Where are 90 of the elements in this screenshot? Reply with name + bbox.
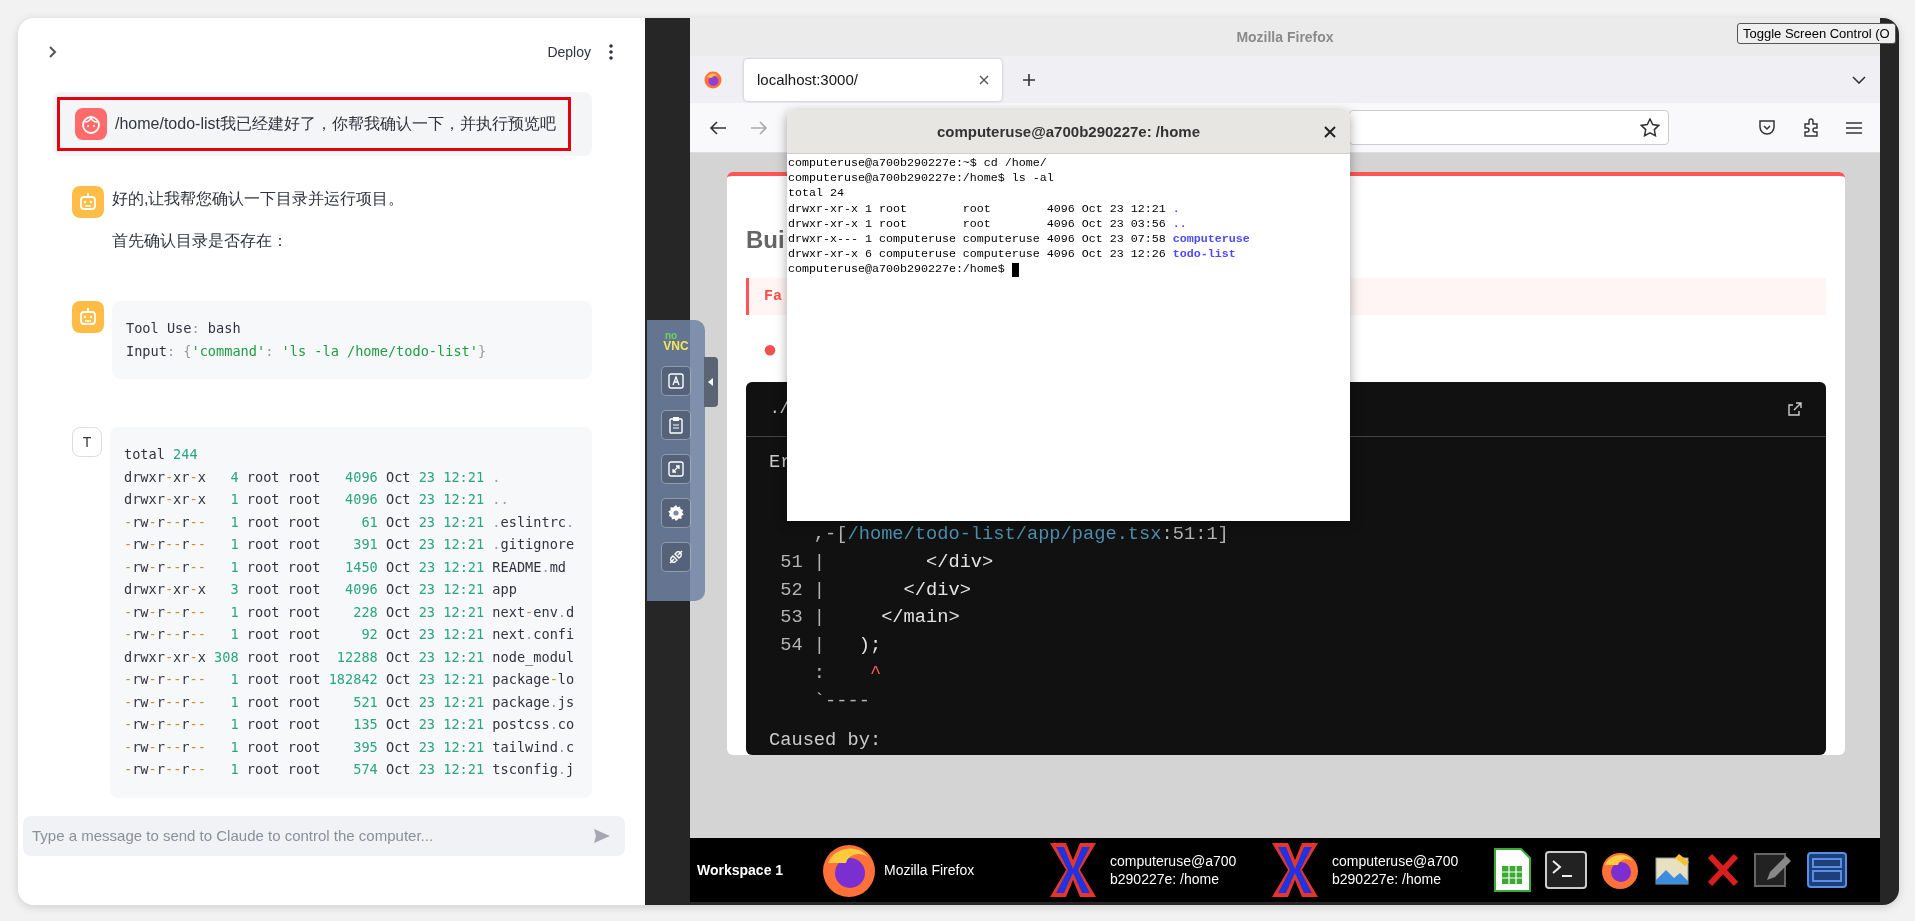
code-line: 54 | ); xyxy=(779,633,883,659)
task-label: computeruse@a700 b290227e: /home xyxy=(1332,852,1459,888)
code-line: Caused by: xyxy=(769,728,882,754)
puzzle-icon[interactable] xyxy=(1802,117,1820,138)
clipboard-button[interactable] xyxy=(661,410,691,440)
code-line: Tool Use: bash xyxy=(126,319,242,338)
terminal-line: drwxr-x--- 1 computeruse computeruse 4096 Oct 23 07:58 computeruse xyxy=(788,232,1250,248)
terminal-line: computeruse@a700b290227e:/home$ ls -al xyxy=(788,171,1054,187)
menu-icon[interactable] xyxy=(1846,121,1862,134)
error-heading: Bui xyxy=(746,225,785,255)
letter-a-icon xyxy=(668,373,684,389)
code-line: ,-[/home/todo-list/app/page.tsx:51:1] xyxy=(812,522,1229,548)
bookmark-star-icon[interactable] xyxy=(1640,118,1660,137)
terminal-line: drwxr-xr-x 1 root root 4096 Oct 23 12:21 . xyxy=(788,201,1180,217)
code-line: drwxr-xr-x 308 root root 12288 Oct 23 12:21 node_modul xyxy=(124,647,576,668)
chat-input[interactable]: Type a message to send to Claude to control the computer... xyxy=(23,815,625,856)
spreadsheet-icon[interactable] xyxy=(1492,848,1532,892)
clipboard-icon xyxy=(668,416,684,434)
code-line: -rw-r--r-- 1 root root 182842 Oct 23 12:21 package-lo xyxy=(124,670,576,689)
terminal-line: computeruse@a700b290227e:~$ cd /home/ xyxy=(788,156,1047,172)
taskbar-task[interactable]: Mozilla Firefox xyxy=(820,841,1042,899)
deploy-button[interactable]: Deploy xyxy=(541,40,597,64)
task-label: computeruse@a700 b290227e: /home xyxy=(1110,852,1237,888)
code-line: -rw-r--r-- 1 root root 574 Oct 23 12:21 tsconfig.j xyxy=(124,760,576,779)
code-line: -rw-r--r-- 1 root root 1450 Oct 23 12:21 README.md xyxy=(124,557,568,577)
window-icon[interactable] xyxy=(1806,851,1848,889)
message-text: /home/todo-list我已经建好了，你帮我确认一下，并执行预览吧 xyxy=(115,114,556,134)
code-line: 53 | </main> xyxy=(779,605,961,631)
taskbar-task[interactable]: computeruse@a700 b290227e: /home xyxy=(1264,839,1486,901)
code-line: : ^ xyxy=(812,660,883,686)
alert-text: Fa xyxy=(764,288,782,306)
code-line: total 244 xyxy=(124,445,199,464)
file-path: ./ xyxy=(770,399,790,418)
code-line: -rw-r--r-- 1 root root 395 Oct 23 12:21 tailwind.c xyxy=(124,737,576,757)
robot-avatar-icon xyxy=(72,301,104,333)
error-dot-icon xyxy=(764,345,776,356)
settings-button[interactable] xyxy=(661,498,691,528)
message-text: 好的,让我帮您确认一下目录并运行项目。 xyxy=(112,189,405,209)
vnc-logo: no VNC xyxy=(663,330,689,352)
firefox-logo-icon[interactable] xyxy=(1600,850,1640,890)
task-label: Mozilla Firefox xyxy=(884,861,975,879)
user-avatar-icon xyxy=(75,108,107,140)
tool-result-avatar: T xyxy=(72,427,102,457)
code-line: 51 | </div> xyxy=(779,550,995,576)
panel-handle[interactable] xyxy=(704,357,718,407)
code-line: -rw-r--r-- 1 root root 135 Oct 23 12:21 postcss.co xyxy=(124,715,576,734)
code-line: drwxr-xr-x 4 root root 4096 Oct 23 12:21 . xyxy=(124,467,502,487)
back-icon[interactable] xyxy=(709,119,727,136)
code-line: -rw-r--r-- 1 root root 228 Oct 23 12:21 next-env.d xyxy=(124,602,576,622)
pencil-icon[interactable] xyxy=(1753,850,1793,890)
firefox-logo-icon xyxy=(704,70,722,89)
chevron-down-icon[interactable] xyxy=(1852,75,1866,84)
code-line: -rw-r--r-- 1 root root 391 Oct 23 12:21 .gitignore xyxy=(124,535,576,554)
external-link-icon[interactable] xyxy=(1788,401,1802,416)
taskbar-task[interactable]: computeruse@a700 b290227e: /home xyxy=(1042,839,1264,901)
code-line: `---- xyxy=(812,688,871,714)
cross-icon[interactable] xyxy=(1706,852,1740,888)
close-icon[interactable] xyxy=(979,74,989,85)
tab-label: localhost:3000/ xyxy=(757,71,859,88)
robot-avatar-icon xyxy=(72,186,104,218)
terminal-line: computeruse@a700b290227e:/home$ xyxy=(788,262,1006,278)
chevron-right-icon[interactable] xyxy=(48,45,58,59)
fullscreen-button[interactable] xyxy=(661,454,691,484)
message-text: 首先确认目录是否存在： xyxy=(112,231,289,251)
code-line: drwxr-xr-x 1 root root 4096 Oct 23 12:21 .. xyxy=(124,490,510,509)
window-title: Mozilla Firefox xyxy=(1236,29,1334,45)
terminal-line: total 24 xyxy=(788,186,844,202)
terminal-line: drwxr-xr-x 6 computeruse computeruse 4096 Oct 23 12:26 todo-list xyxy=(788,247,1236,263)
terminal-line: drwxr-xr-x 1 root root 4096 Oct 23 03:56 .. xyxy=(788,216,1187,232)
workspace-label[interactable]: Workspace 1 xyxy=(697,862,820,878)
code-line: drwxr-xr-x 3 root root 4096 Oct 23 12:21 app xyxy=(124,580,518,599)
code-line: -rw-r--r-- 1 root root 61 Oct 23 12:21 .eslintrc. xyxy=(124,512,576,532)
code-line: -rw-r--r-- 1 root root 521 Oct 23 12:21 package.js xyxy=(124,692,576,712)
terminal-icon[interactable] xyxy=(1545,851,1587,889)
more-options-icon[interactable] xyxy=(609,44,613,60)
unplug-icon xyxy=(667,548,685,566)
pocket-icon[interactable] xyxy=(1758,119,1776,136)
gear-icon xyxy=(667,504,685,522)
toggle-screen-control-button[interactable]: Toggle Screen Control (O xyxy=(1737,23,1896,44)
code-line: 52 | </div> xyxy=(779,577,972,603)
new-tab-icon[interactable] xyxy=(1022,72,1036,87)
keyboard-button[interactable] xyxy=(661,366,691,396)
browser-tab[interactable]: localhost:3000/ xyxy=(744,58,1002,101)
close-icon[interactable] xyxy=(1324,125,1336,138)
code-line: Input: {'command': 'ls -la /home/todo-list'} xyxy=(126,341,488,361)
window-title: computeruse@a700b290227e: /home xyxy=(936,123,1201,140)
disconnect-button[interactable] xyxy=(661,542,691,572)
expand-icon xyxy=(668,461,684,477)
error-message: Er xyxy=(769,449,792,475)
code-line: -rw-r--r-- 1 root root 92 Oct 23 12:21 next.confi xyxy=(124,625,576,644)
